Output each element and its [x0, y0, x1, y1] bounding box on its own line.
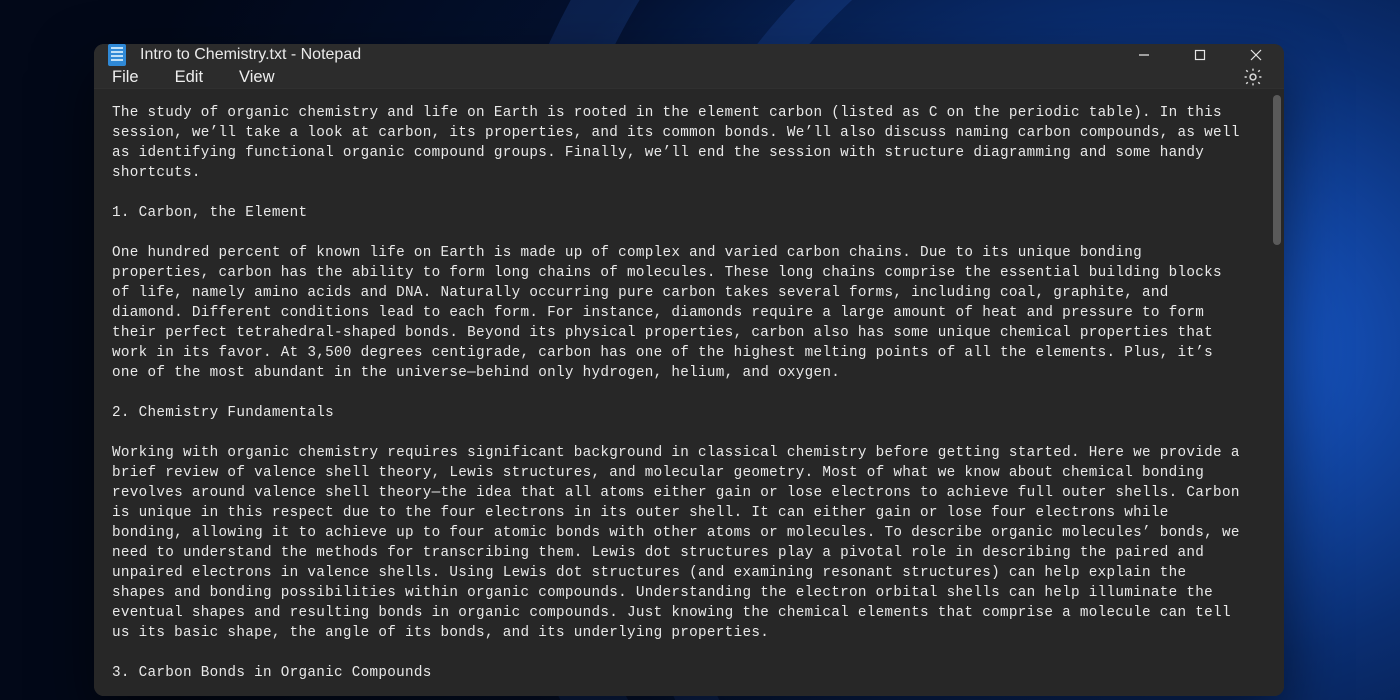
maximize-icon — [1194, 49, 1206, 61]
editor-area: The study of organic chemistry and life … — [94, 89, 1284, 696]
menubar: File Edit View — [94, 66, 1284, 89]
text-editor[interactable]: The study of organic chemistry and life … — [94, 89, 1270, 696]
menu-view[interactable]: View — [239, 68, 274, 87]
close-button[interactable] — [1228, 44, 1284, 66]
menu-edit[interactable]: Edit — [175, 68, 203, 87]
scrollbar-thumb[interactable] — [1273, 95, 1281, 245]
maximize-button[interactable] — [1172, 44, 1228, 66]
menu-file[interactable]: File — [112, 68, 139, 87]
notepad-app-icon — [108, 44, 126, 66]
settings-button[interactable] — [1242, 66, 1264, 88]
gear-icon — [1242, 66, 1264, 88]
window-title: Intro to Chemistry.txt - Notepad — [140, 46, 361, 64]
minimize-button[interactable] — [1116, 44, 1172, 66]
close-icon — [1250, 49, 1262, 61]
titlebar[interactable]: Intro to Chemistry.txt - Notepad — [94, 44, 1284, 66]
window-controls — [1116, 44, 1284, 66]
minimize-icon — [1138, 49, 1150, 61]
notepad-window: Intro to Chemistry.txt - Notepad File Ed… — [94, 44, 1284, 696]
vertical-scrollbar[interactable] — [1270, 89, 1284, 696]
